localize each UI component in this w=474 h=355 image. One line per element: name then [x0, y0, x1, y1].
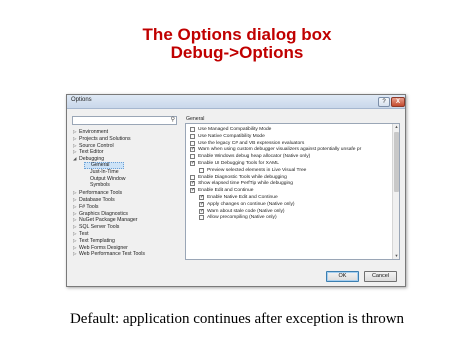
option-checkbox[interactable] [199, 167, 204, 173]
options-dialog: Options ? X ⚲ ▷ Environment ▷ Projects and … [66, 94, 406, 287]
dialog-title: Options [71, 97, 92, 103]
tree-item-label: Web Performance Test Tools [79, 251, 146, 258]
scroll-down-icon[interactable]: ▼ [393, 253, 399, 259]
option-checkbox[interactable] [190, 140, 195, 146]
option-label: Allow precompiling (Native only) [207, 215, 277, 221]
scroll-up-icon[interactable]: ▲ [393, 124, 399, 130]
option-checkbox[interactable] [199, 215, 204, 221]
option-checkbox[interactable]: ✓ [199, 201, 204, 207]
search-icon: ⚲ [170, 117, 175, 123]
slide-title: The Options dialog box [142, 25, 332, 44]
close-button[interactable]: X [391, 97, 405, 107]
option-checkbox[interactable]: ✓ [199, 195, 204, 200]
slide-caption: Default: application continues after exc… [69, 311, 405, 327]
scrollbar-thumb[interactable] [394, 132, 399, 192]
options-tree[interactable]: ▷ Environment ▷ Projects and Solutions ▷ Sour… [72, 128, 180, 258]
option-checkbox[interactable] [190, 133, 195, 139]
slide-subtitle: Debug->Options [170, 43, 304, 62]
ok-button[interactable]: OK [326, 271, 359, 282]
option-checkbox[interactable]: ✓ [190, 161, 195, 166]
option-checkbox[interactable] [190, 127, 195, 132]
section-label: General [186, 116, 205, 122]
option-row[interactable]: Allow precompiling (Native only) [199, 214, 385, 221]
tree-item-label: Symbols [90, 182, 110, 189]
option-checkbox[interactable] [190, 174, 195, 180]
tree-item[interactable]: ▷ Web Performance Test Tools [73, 250, 145, 257]
option-checkbox[interactable] [190, 154, 195, 160]
search-input[interactable]: ⚲ [72, 116, 177, 125]
help-button[interactable]: ? [378, 97, 390, 107]
option-checkbox[interactable]: ✓ [190, 188, 195, 194]
option-checkbox[interactable]: ✓ [199, 208, 204, 214]
cancel-button[interactable]: Cancel [364, 271, 397, 282]
vertical-scrollbar[interactable]: ▲ ▼ [392, 124, 399, 259]
options-panel: ▲ ▼ Use Managed Compatibility Mode Use Na… [185, 123, 400, 260]
tree-item-label: General [91, 162, 110, 168]
dialog-titlebar[interactable]: Options ? X [67, 95, 405, 109]
option-checkbox[interactable]: ✓ [190, 147, 195, 153]
tree-item-label: Output Window [90, 175, 126, 182]
tree-item-label: Just-In-Time [90, 168, 119, 175]
option-checkbox[interactable]: ✓ [190, 181, 195, 187]
